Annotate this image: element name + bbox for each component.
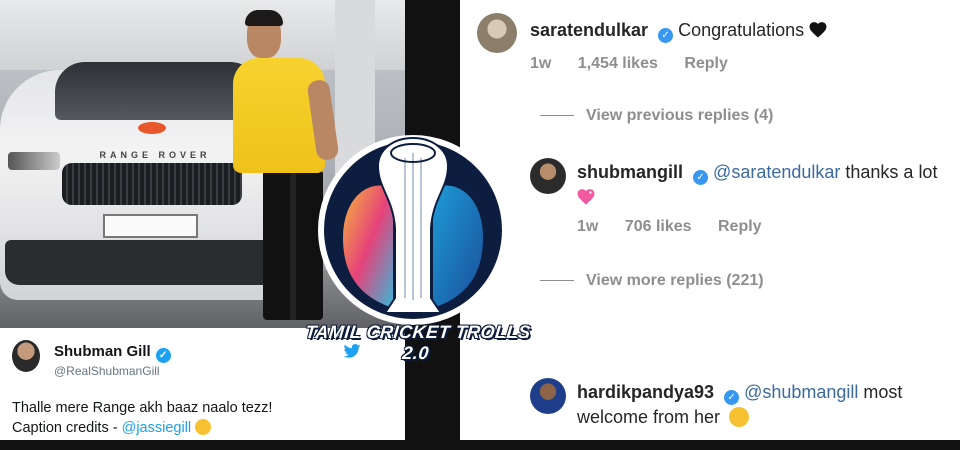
black-heart-icon	[809, 22, 827, 38]
winking-face-emoji-icon	[195, 419, 212, 435]
verified-badge-icon: ✓	[155, 348, 171, 363]
comment-username[interactable]: shubmangill	[577, 162, 683, 182]
reply-button[interactable]: Reply	[718, 218, 762, 235]
instagram-comments-panel: saratendulkar ✓ Congratulations 1w 1,454…	[460, 0, 960, 440]
view-more-replies-label: View more replies (221)	[586, 272, 764, 289]
car-grille	[62, 163, 242, 205]
tweet-handle[interactable]: @RealShubmanGill	[54, 364, 160, 378]
person-hair	[245, 10, 283, 26]
comment-time: 1w	[577, 218, 599, 235]
comment-mention-link[interactable]: @saratendulkar	[713, 162, 840, 182]
commenter-avatar[interactable]	[530, 378, 566, 414]
comment-body: hardikpandya93 ✓ @shubmangill most welco…	[577, 380, 955, 429]
verified-badge-icon: ✓	[724, 390, 740, 405]
commenter-avatar[interactable]	[477, 13, 517, 53]
comment-body: saratendulkar ✓ Congratulations	[530, 18, 950, 43]
car-flower-garland	[138, 122, 166, 134]
comment-meta: 1w 706 likes Reply	[577, 218, 784, 236]
comment-text: Congratulations	[678, 20, 805, 40]
tweet-mention-link[interactable]: @jassiegill	[122, 420, 192, 436]
tweet-caption-credits: Caption credits -	[12, 420, 122, 436]
commenter-avatar[interactable]	[530, 158, 566, 194]
tamil-cricket-trolls-logo	[318, 135, 508, 325]
comment-time: 1w	[530, 55, 552, 72]
view-previous-replies-button[interactable]: View previous replies (4)	[540, 107, 773, 125]
tweet-avatar[interactable]	[12, 340, 40, 372]
car-brand-lettering: RANGE ROVER	[99, 150, 211, 160]
car-windshield	[55, 62, 260, 120]
comment-mention-link[interactable]: @shubmangill	[744, 382, 858, 402]
replies-divider-line	[540, 115, 574, 117]
verified-badge-icon: ✓	[658, 28, 674, 43]
tweet-display-name-text: Shubman Gill	[54, 343, 151, 360]
comment-likes[interactable]: 706 likes	[625, 218, 692, 235]
view-previous-replies-label: View previous replies (4)	[586, 107, 774, 124]
comment-likes[interactable]: 1,454 likes	[578, 55, 658, 72]
comment-username[interactable]: saratendulkar	[530, 20, 648, 40]
winking-face-with-tongue-icon	[729, 407, 750, 427]
comment-meta: 1w 1,454 likes Reply	[530, 55, 750, 73]
tweet-text: Thalle mere Range akh baaz naalo tezz! C…	[12, 398, 392, 438]
view-more-replies-button[interactable]: View more replies (221)	[540, 272, 764, 290]
watermark-text: TAMIL CRICKET TROLLS 2.0	[304, 322, 532, 363]
verified-badge-icon: ✓	[693, 170, 709, 185]
car-number-plate	[103, 214, 198, 238]
car-bumper	[5, 240, 290, 285]
tweet-text-line1: Thalle mere Range akh baaz naalo tezz!	[12, 400, 273, 416]
reply-button[interactable]: Reply	[684, 55, 728, 72]
comment-username[interactable]: hardikpandya93	[577, 382, 714, 402]
sparkling-heart-icon	[577, 189, 595, 205]
comment-text: thanks a lot	[840, 162, 938, 182]
car-headlight-left	[8, 152, 60, 170]
comment-body: shubmangill ✓ @saratendulkar thanks a lo…	[577, 160, 955, 209]
tweet-display-name[interactable]: Shubman Gill ✓	[54, 343, 171, 363]
replies-divider-line	[540, 280, 574, 282]
tweet-text-line2: Caption credits - @jassiegill	[12, 418, 392, 438]
